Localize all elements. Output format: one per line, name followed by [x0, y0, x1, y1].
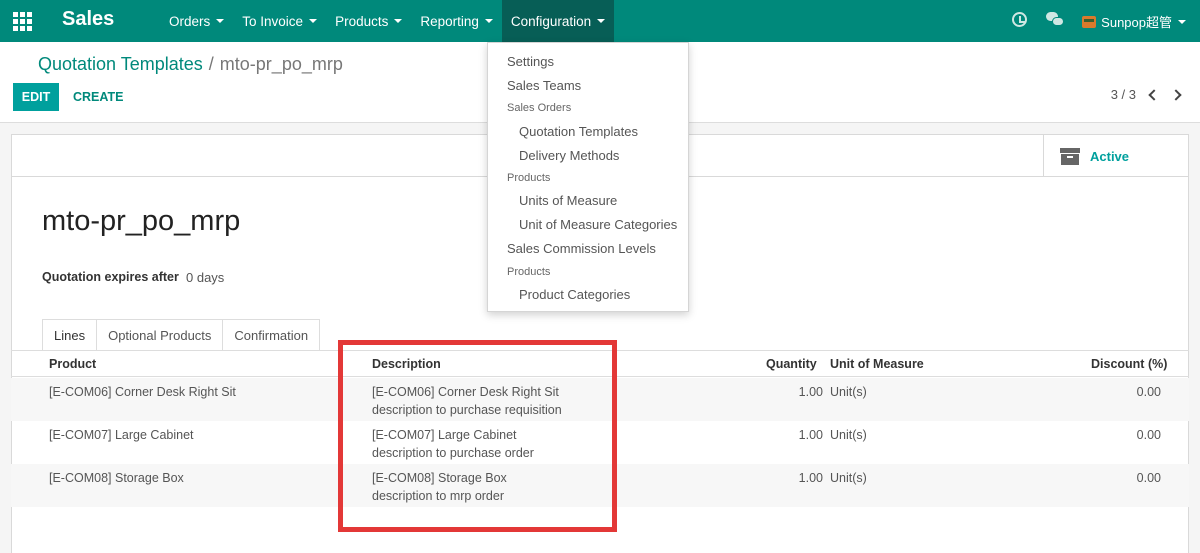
chevron-left-icon[interactable]: [1148, 88, 1160, 101]
cell-discount: 0.00: [1136, 385, 1161, 399]
user-name: Sunpop超管: [1101, 15, 1172, 30]
caret-down-icon: [216, 19, 225, 23]
cell-quantity: 1.00: [798, 428, 823, 442]
caret-down-icon: [1178, 19, 1186, 24]
chevron-right-icon[interactable]: [1170, 88, 1182, 101]
menu-reporting[interactable]: Reporting: [411, 0, 502, 42]
menu-item-units-of-measure[interactable]: Units of Measure: [519, 193, 617, 208]
menu-to-invoice-label: To Invoice: [242, 13, 304, 29]
cell-uom: Unit(s): [830, 428, 867, 442]
menu-orders-label: Orders: [169, 13, 211, 29]
menu-to-invoice[interactable]: To Invoice: [233, 0, 326, 42]
menu-item-uom-categories[interactable]: Unit of Measure Categories: [519, 217, 677, 232]
messaging-chat-icon[interactable]: [1046, 12, 1065, 27]
configuration-dropdown: Settings Sales Teams Sales Orders Quotat…: [487, 42, 689, 312]
breadcrumb: Quotation Templates / mto-pr_po_mrp: [38, 54, 343, 75]
cell-product: [E-COM08] Storage Box: [49, 471, 184, 485]
edit-button[interactable]: EDIT: [13, 83, 59, 111]
create-button[interactable]: CREATE: [65, 83, 131, 111]
breadcrumb-current: mto-pr_po_mrp: [219, 54, 343, 74]
menu-item-delivery-methods[interactable]: Delivery Methods: [519, 148, 619, 163]
user-menu[interactable]: Sunpop超管: [1082, 12, 1186, 31]
menu-configuration[interactable]: Configuration: [501, 0, 615, 42]
cell-quantity: 1.00: [798, 471, 823, 485]
menu-orders[interactable]: Orders: [160, 0, 233, 42]
top-navbar: Sales Orders To Invoice Products Reporti…: [0, 0, 1200, 42]
cell-quantity: 1.00: [798, 385, 823, 399]
menu-item-commission-levels[interactable]: Sales Commission Levels: [507, 241, 656, 256]
cell-product: [E-COM06] Corner Desk Right Sit: [49, 385, 236, 399]
record-title: mto-pr_po_mrp: [42, 205, 241, 237]
description-highlight-box: [338, 340, 617, 532]
archive-icon: [1060, 148, 1080, 165]
tab-confirmation[interactable]: Confirmation: [223, 319, 321, 351]
activity-clock-icon[interactable]: [1012, 12, 1027, 27]
form-tabs: Lines Optional Products Confirmation: [42, 319, 321, 351]
expiry-label: Quotation expires after: [42, 270, 179, 284]
user-avatar: [1082, 15, 1097, 28]
menu-header-products-2: Products: [507, 266, 551, 278]
column-product[interactable]: Product: [49, 357, 96, 371]
column-quantity[interactable]: Quantity: [766, 357, 817, 371]
tab-lines[interactable]: Lines: [42, 319, 98, 351]
menu-item-settings[interactable]: Settings: [507, 54, 554, 69]
column-discount[interactable]: Discount (%): [1091, 357, 1167, 371]
menu-products-label: Products: [335, 13, 389, 29]
menu-configuration-label: Configuration: [510, 13, 592, 29]
cell-discount: 0.00: [1136, 428, 1161, 442]
main-menu: Orders To Invoice Products Reporting Con…: [160, 0, 615, 42]
pager-value[interactable]: 3 / 3: [1111, 87, 1136, 102]
breadcrumb-separator: /: [208, 54, 214, 74]
cell-uom: Unit(s): [830, 471, 867, 485]
caret-down-icon: [484, 19, 493, 23]
menu-item-sales-teams[interactable]: Sales Teams: [507, 78, 581, 93]
menu-header-sales-orders: Sales Orders: [507, 102, 572, 114]
column-uom[interactable]: Unit of Measure: [830, 357, 924, 371]
menu-reporting-label: Reporting: [420, 13, 479, 29]
tab-optional-products[interactable]: Optional Products: [97, 319, 224, 351]
expiry-value: 0 days: [186, 270, 225, 285]
caret-down-icon: [394, 19, 403, 23]
caret-down-icon: [597, 19, 606, 23]
cell-discount: 0.00: [1136, 471, 1161, 485]
active-label: Active: [1090, 149, 1130, 164]
breadcrumb-parent-link[interactable]: Quotation Templates: [38, 54, 203, 75]
active-toggle-button[interactable]: Active: [1043, 135, 1188, 177]
caret-down-icon: [309, 19, 318, 23]
menu-item-product-categories[interactable]: Product Categories: [519, 287, 630, 302]
cell-uom: Unit(s): [830, 385, 867, 399]
pager: 3 / 3: [1111, 87, 1182, 102]
menu-header-products: Products: [507, 172, 551, 184]
cell-product: [E-COM07] Large Cabinet: [49, 428, 194, 442]
app-brand[interactable]: Sales: [62, 8, 114, 31]
menu-products[interactable]: Products: [326, 0, 411, 42]
apps-grid-icon[interactable]: [13, 12, 32, 31]
menu-item-quotation-templates[interactable]: Quotation Templates: [519, 124, 638, 139]
